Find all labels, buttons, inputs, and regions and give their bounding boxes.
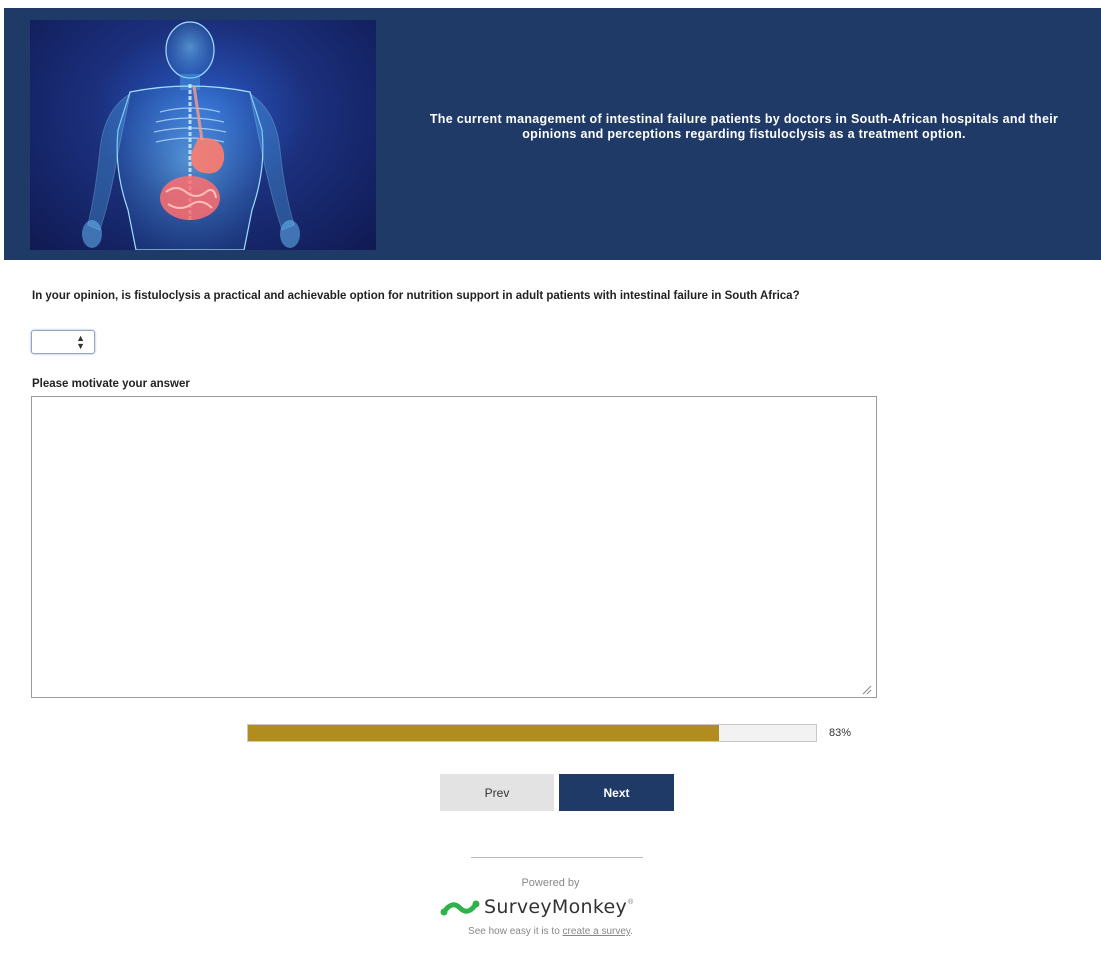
human-body-illustration — [82, 21, 300, 250]
trademark-mark: ® — [628, 899, 634, 906]
progress-bar-fill — [248, 725, 720, 741]
surveymonkey-logo-icon — [440, 900, 480, 916]
surveymonkey-brand-text: SurveyMonkey — [484, 896, 628, 918]
prev-button[interactable]: Prev — [440, 774, 554, 811]
footer-create-survey-line: See how easy it is to create a survey. — [0, 926, 1101, 937]
survey-page: The current management of intestinal fai… — [0, 0, 1101, 965]
powered-by-text: Powered by — [521, 877, 580, 889]
resize-grip-icon[interactable] — [860, 683, 872, 695]
create-survey-link[interactable]: create a survey — [563, 926, 631, 937]
question-text: In your opinion, is fistuloclysis a prac… — [32, 290, 800, 302]
surveymonkey-logo[interactable]: SurveyMonkey ® — [440, 893, 633, 921]
progress-percent-label: 83% — [829, 727, 852, 739]
anatomy-image — [30, 20, 376, 250]
survey-title: The current management of intestinal fai… — [429, 112, 1059, 141]
footer-line-suffix: . — [630, 926, 633, 937]
footer-line-prefix: See how easy it is to — [468, 926, 563, 937]
motivate-answer-textarea[interactable] — [31, 396, 877, 698]
survey-header: The current management of intestinal fai… — [4, 8, 1101, 260]
next-button[interactable]: Next — [559, 774, 674, 811]
progress-bar — [247, 724, 817, 742]
motivate-label: Please motivate your answer — [32, 378, 190, 390]
footer-divider — [471, 857, 643, 858]
opinion-select[interactable]: ▲ ▼ — [31, 330, 95, 354]
updown-chevron-icon: ▲ ▼ — [76, 333, 85, 351]
